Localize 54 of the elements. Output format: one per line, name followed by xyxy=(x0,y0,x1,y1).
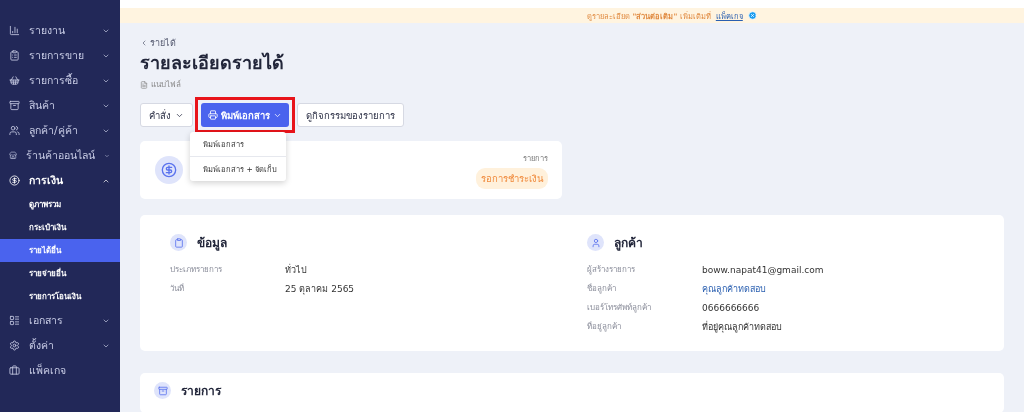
sidebar-item-icon xyxy=(9,125,20,136)
sidebar-item-icon xyxy=(9,315,20,326)
section-title: รายการ xyxy=(181,383,221,400)
sidebar-item-icon xyxy=(9,25,20,36)
sidebar-item[interactable]: ลูกค้า/คู่ค้า xyxy=(0,118,120,143)
sidebar-item-icon xyxy=(9,50,20,61)
field-label: วันที่ xyxy=(170,282,185,295)
sidebar-item[interactable]: การเงิน xyxy=(0,168,120,193)
breadcrumb-link[interactable]: รายได้ xyxy=(140,36,176,50)
sidebar-item[interactable]: รายการขาย xyxy=(0,43,120,68)
status-badge: รอการชำระเงิน xyxy=(476,167,548,189)
field-value: boww.napat41@gmail.com xyxy=(702,264,825,275)
sidebar-item[interactable]: ตั้งค่า xyxy=(0,333,120,358)
close-icon[interactable] xyxy=(747,11,757,20)
field-label: ชื่อลูกค้า xyxy=(587,282,617,295)
field-value: ทั่วไป xyxy=(285,263,308,277)
printer-icon xyxy=(208,110,218,120)
sidebar-item[interactable]: แพ็คเกจ xyxy=(0,358,120,383)
chevron-left-icon xyxy=(140,39,148,47)
sidebar-subitem[interactable]: กระเป๋าเงิน xyxy=(0,216,120,239)
box-icon xyxy=(154,382,171,399)
section-title: ข้อมูล xyxy=(197,235,227,252)
sidebar-item-icon xyxy=(9,100,20,111)
sidebar-item[interactable]: รายงาน xyxy=(0,18,120,43)
sidebar-item[interactable]: สินค้า xyxy=(0,93,120,118)
sidebar-subitem[interactable]: ดูภาพรวม xyxy=(0,193,120,216)
page-title: รายละเอียดรายได้ xyxy=(140,51,285,75)
activity-button[interactable]: ดูกิจกรรมของรายการ xyxy=(297,103,404,127)
field-label: ที่อยู่ลูกค้า xyxy=(587,320,622,333)
field-value: 0666666666 xyxy=(702,302,761,313)
field-value: 25 ตุลาคม 2565 xyxy=(285,282,356,296)
sidebar-subitem[interactable]: รายได้อื่น xyxy=(0,239,120,262)
file-icon xyxy=(140,80,148,89)
sidebar-item-icon xyxy=(9,175,20,186)
sidebar-item-icon xyxy=(9,340,20,351)
clipboard-icon xyxy=(170,234,187,251)
sidebar-item[interactable]: ร้านค้าออนไลน์ xyxy=(0,143,120,168)
sidebar-subitem[interactable]: รายการโอนเงิน xyxy=(0,285,120,308)
sidebar-item[interactable]: รายการซื้อ xyxy=(0,68,120,93)
sidebar-item-icon xyxy=(9,150,18,161)
field-label: ประเภทรายการ xyxy=(170,264,223,276)
command-button[interactable]: คำสั่ง xyxy=(140,103,193,127)
print-button[interactable]: พิมพ์เอกสาร xyxy=(201,103,289,127)
user-icon xyxy=(587,234,604,251)
field-label: เบอร์โทรศัพท์ลูกค้า xyxy=(587,302,652,314)
section-title: ลูกค้า xyxy=(614,235,643,252)
dollar-icon xyxy=(155,156,183,184)
field-label: ผู้สร้างรายการ xyxy=(587,264,636,276)
sidebar-item[interactable]: เอกสาร xyxy=(0,308,120,333)
field-value: ที่อยู่คุณลูกค้าทดสอบ xyxy=(702,320,783,334)
sidebar-subitem[interactable]: รายจ่ายอื่น xyxy=(0,262,120,285)
sidebar-item-icon xyxy=(9,365,20,376)
sidebar-item-icon xyxy=(9,75,20,86)
customer-link[interactable]: คุณลูกค้าทดสอบ xyxy=(702,281,1004,296)
